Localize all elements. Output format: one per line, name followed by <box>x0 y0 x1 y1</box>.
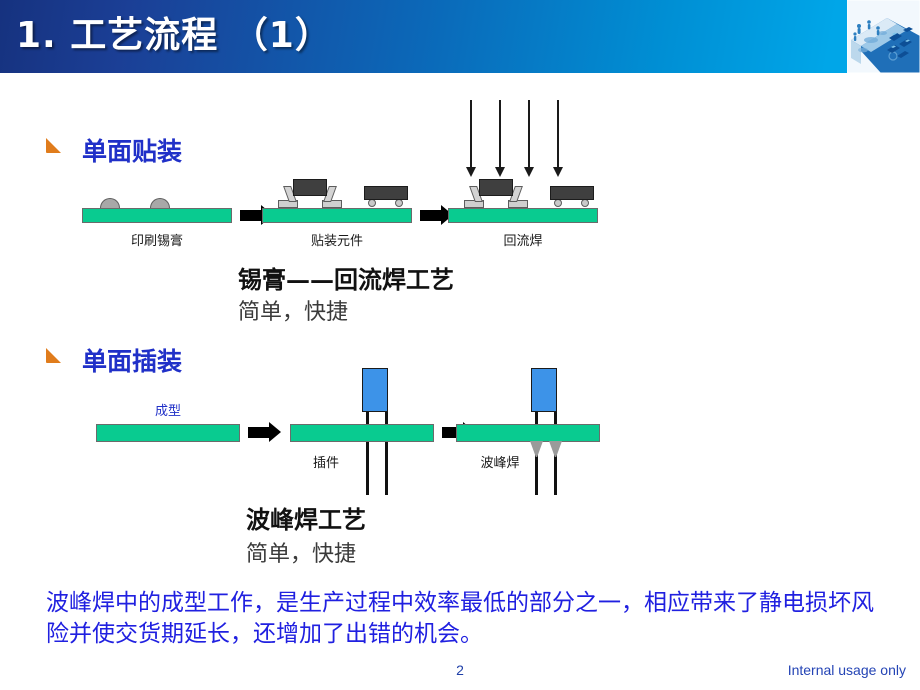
caption-smt-benefit: 简单，快捷 <box>238 300 349 325</box>
solder-fillet-right <box>549 441 562 457</box>
page-number: 2 <box>456 662 464 678</box>
caption-smt-process: 锡膏——回流焊工艺 <box>238 265 454 294</box>
flow-arrow-1 <box>240 205 273 225</box>
section-heading-tht: 单面插装 <box>82 347 183 376</box>
ic-component-body <box>293 179 327 196</box>
chip-resistor-body <box>364 186 408 200</box>
heat-arrow <box>495 100 505 177</box>
pcb-board-print <box>82 208 232 223</box>
ic-component-body <box>479 179 513 196</box>
stage-label-forming: 成型 <box>154 404 181 419</box>
slide-header: 1. 工艺流程 （1） <box>0 0 920 73</box>
stage-label-insertion: 插件 <box>312 456 339 471</box>
chip-terminal-left <box>554 199 562 207</box>
stage-label-reflow: 回流焊 <box>503 234 543 249</box>
bullet-icon-tht <box>46 348 61 363</box>
caption-tht-process: 波峰焊工艺 <box>246 505 366 534</box>
pcb-board-insertion <box>290 424 434 442</box>
stage-label-wave-solder: 波峰焊 <box>480 456 520 471</box>
chip-terminal-right <box>395 199 403 207</box>
stage-label-print-paste: 印刷锡膏 <box>130 234 183 249</box>
pcb-isometric-illustration-icon <box>847 0 920 73</box>
heat-arrow <box>466 100 476 177</box>
chip-terminal-right <box>581 199 589 207</box>
caption-tht-benefit: 简单，快捷 <box>246 542 357 567</box>
flow-arrow-3 <box>248 422 281 442</box>
pcb-board-forming <box>96 424 240 442</box>
heat-arrow <box>553 100 563 177</box>
tht-component-body <box>531 368 557 412</box>
pcb-board-reflow <box>448 208 598 223</box>
bottom-note-text: 波峰焊中的成型工作，是生产过程中效率最低的部分之一，相应带来了静电损坏风险并使交… <box>46 590 874 647</box>
heat-arrow <box>524 100 534 177</box>
tht-component-body <box>362 368 388 412</box>
flow-arrow-2 <box>420 205 453 225</box>
footer-usage-note: Internal usage only <box>787 662 906 678</box>
pcb-board-wave <box>456 424 600 442</box>
section-heading-smt: 单面贴装 <box>82 137 183 166</box>
bullet-icon-smt <box>46 138 61 153</box>
pcb-board-place <box>262 208 412 223</box>
chip-terminal-left <box>368 199 376 207</box>
chip-resistor-body <box>550 186 594 200</box>
page-title: 1. 工艺流程 （1） <box>16 15 332 56</box>
stage-label-place-component: 贴装元件 <box>310 234 363 249</box>
